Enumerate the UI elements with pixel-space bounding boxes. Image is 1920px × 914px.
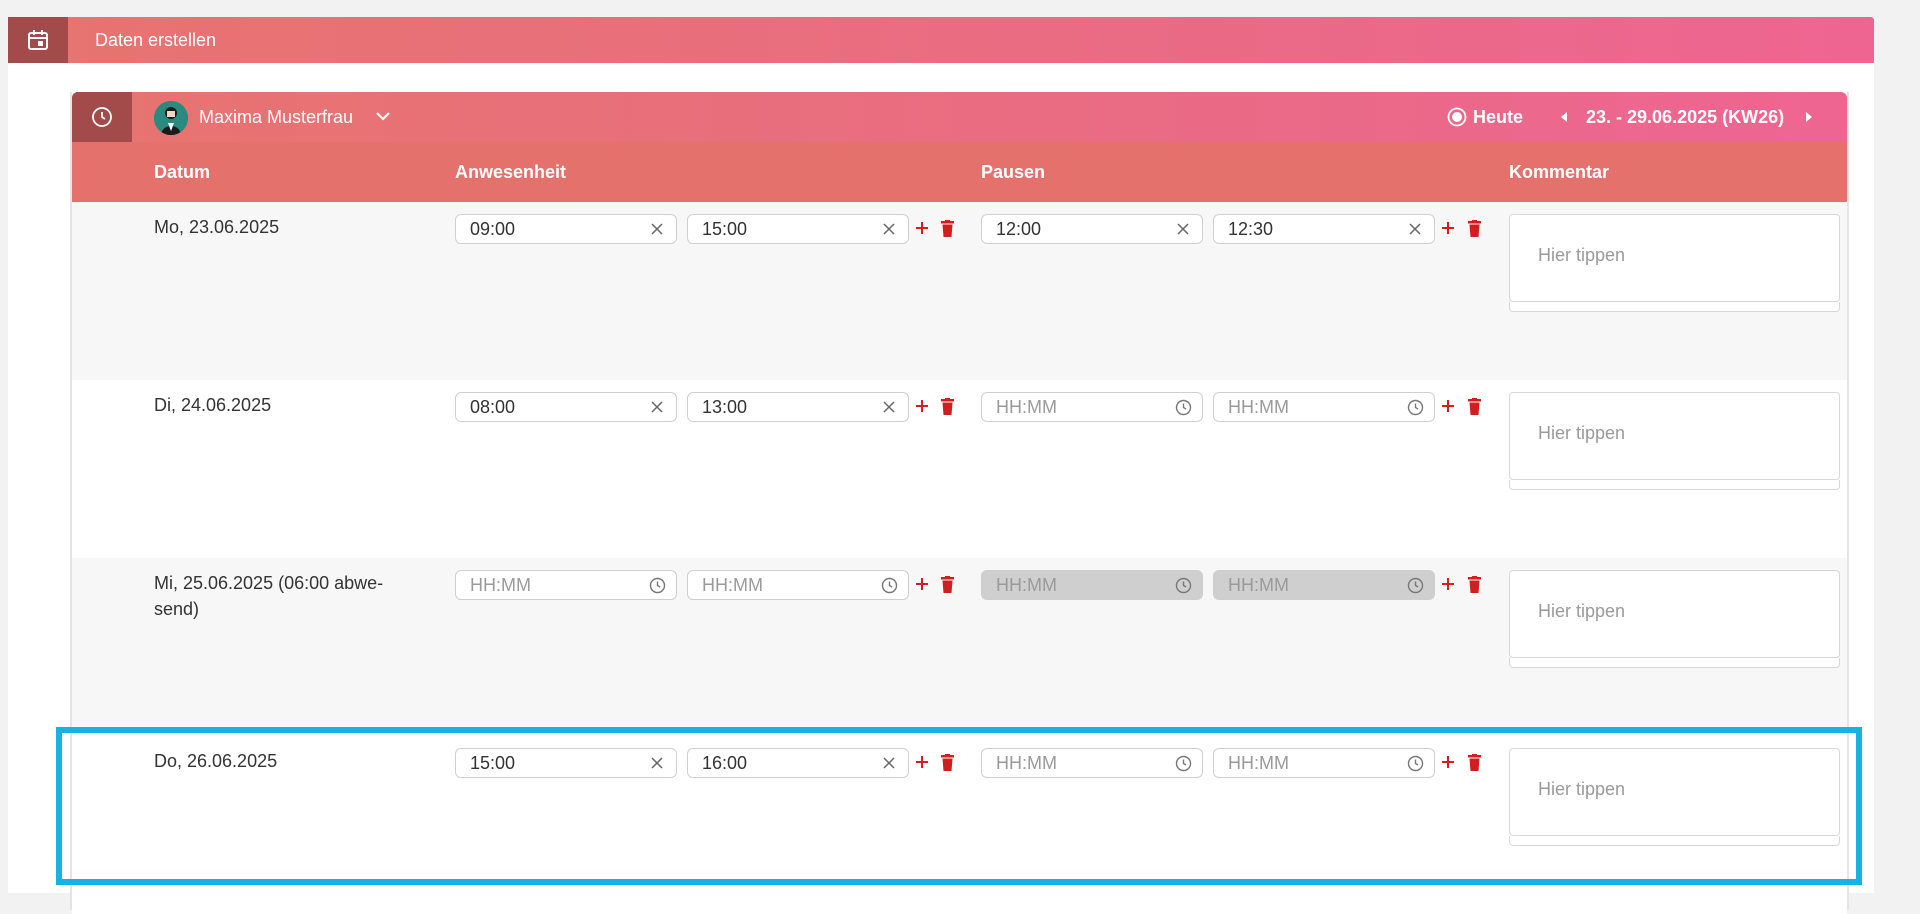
plus-icon[interactable] bbox=[915, 221, 929, 235]
caret-left-icon[interactable] bbox=[1557, 109, 1571, 125]
presence-to-input[interactable]: 15:00 bbox=[687, 214, 909, 244]
presence-from-input[interactable]: 08:00 bbox=[455, 392, 677, 422]
chevron-down-icon[interactable] bbox=[375, 108, 391, 124]
break-to-input: HH:MM bbox=[1213, 570, 1435, 600]
table-row: Di, 24.06.2025 08:00 13:00 HH:MM HH:MM H… bbox=[72, 380, 1847, 558]
time-placeholder: HH:MM bbox=[1228, 575, 1289, 595]
close-icon[interactable] bbox=[1176, 222, 1190, 236]
comment-placeholder: Hier tippen bbox=[1538, 245, 1626, 265]
row-date: Di, 24.06.2025 bbox=[154, 395, 272, 415]
column-date: Datum bbox=[154, 162, 211, 182]
time-placeholder: HH:MM bbox=[470, 575, 531, 595]
close-icon[interactable] bbox=[882, 222, 896, 236]
time-placeholder: HH:MM bbox=[996, 575, 1057, 595]
break-to-value: 12:30 bbox=[1228, 219, 1274, 239]
plus-icon[interactable] bbox=[915, 577, 929, 591]
avatar[interactable] bbox=[154, 101, 188, 135]
comment-textarea[interactable]: Hier tippen bbox=[1509, 570, 1840, 658]
break-from-input: HH:MM bbox=[981, 570, 1203, 600]
trash-icon[interactable] bbox=[1468, 220, 1481, 237]
timesheet-header: Maxima Musterfrau Heute 23. - 29.06.2025… bbox=[72, 92, 1847, 142]
target-icon bbox=[1447, 107, 1467, 127]
clock-icon[interactable] bbox=[72, 92, 132, 142]
presence-from-value: 08:00 bbox=[470, 397, 516, 417]
calendar-icon bbox=[8, 17, 68, 63]
clock-icon[interactable] bbox=[881, 577, 898, 594]
close-icon[interactable] bbox=[650, 222, 664, 236]
clock-icon bbox=[1175, 577, 1192, 594]
break-to-input[interactable]: 12:30 bbox=[1213, 214, 1435, 244]
close-icon[interactable] bbox=[1408, 222, 1422, 236]
plus-icon[interactable] bbox=[1441, 577, 1455, 591]
presence-from-input[interactable]: 09:00 bbox=[455, 214, 677, 244]
presence-from-input[interactable]: HH:MM bbox=[455, 570, 677, 600]
clock-icon[interactable] bbox=[1407, 399, 1424, 416]
break-to-input[interactable]: HH:MM bbox=[1213, 392, 1435, 422]
presence-to-value: 13:00 bbox=[702, 397, 748, 417]
column-presence: Anwesenheit bbox=[455, 162, 567, 182]
column-breaks: Pausen bbox=[981, 162, 1046, 182]
plus-icon[interactable] bbox=[1441, 221, 1455, 235]
clock-icon bbox=[1407, 577, 1424, 594]
caret-right-icon[interactable] bbox=[1802, 109, 1816, 125]
presence-to-input[interactable]: HH:MM bbox=[687, 570, 909, 600]
comment-placeholder: Hier tippen bbox=[1538, 601, 1626, 621]
trash-icon[interactable] bbox=[941, 576, 954, 593]
comment-footer bbox=[1509, 302, 1840, 312]
break-from-value: 12:00 bbox=[996, 219, 1042, 239]
table-header: Datum Anwesenheit Pausen Kommentar bbox=[72, 142, 1847, 202]
close-icon[interactable] bbox=[882, 400, 896, 414]
plus-icon[interactable] bbox=[1441, 399, 1455, 413]
plus-icon[interactable] bbox=[915, 399, 929, 413]
today-label: Heute bbox=[1473, 106, 1524, 127]
user-name[interactable]: Maxima Musterfrau bbox=[199, 92, 353, 142]
comment-textarea[interactable]: Hier tippen bbox=[1509, 392, 1840, 480]
presence-from-value: 09:00 bbox=[470, 219, 516, 239]
trash-icon[interactable] bbox=[941, 398, 954, 415]
break-from-input[interactable]: HH:MM bbox=[981, 392, 1203, 422]
trash-icon[interactable] bbox=[1468, 576, 1481, 593]
close-icon[interactable] bbox=[650, 400, 664, 414]
page-title: Daten erstellen bbox=[95, 30, 217, 50]
row-date: Mo, 23.06.2025 bbox=[154, 217, 280, 237]
card-header: Daten erstellen bbox=[8, 17, 1874, 63]
presence-to-value: 15:00 bbox=[702, 219, 748, 239]
table-row: Mi, 25.06.2025 (06:00 abwe-send) HH:MM H… bbox=[72, 558, 1847, 736]
table-row: Mo, 23.06.2025 09:00 15:00 12:00 12:30 H… bbox=[72, 202, 1847, 380]
week-range: 23. - 29.06.2025 (KW26) bbox=[1586, 107, 1785, 127]
presence-to-input[interactable]: 13:00 bbox=[687, 392, 909, 422]
break-from-input[interactable]: 12:00 bbox=[981, 214, 1203, 244]
clock-icon[interactable] bbox=[649, 577, 666, 594]
row-date: Mi, 25.06.2025 (06:00 abwe-send) bbox=[154, 573, 384, 619]
comment-footer bbox=[1509, 480, 1840, 490]
trash-icon[interactable] bbox=[1468, 398, 1481, 415]
time-placeholder: HH:MM bbox=[702, 575, 763, 595]
comment-placeholder: Hier tippen bbox=[1538, 423, 1626, 443]
clock-icon[interactable] bbox=[1175, 399, 1192, 416]
comment-footer bbox=[1509, 658, 1840, 668]
trash-icon[interactable] bbox=[941, 220, 954, 237]
column-comment: Kommentar bbox=[1509, 162, 1610, 182]
comment-textarea[interactable]: Hier tippen bbox=[1509, 214, 1840, 302]
today-button[interactable]: Heute bbox=[1447, 92, 1523, 142]
time-placeholder: HH:MM bbox=[1228, 397, 1289, 417]
time-placeholder: HH:MM bbox=[996, 397, 1057, 417]
highlight-frame bbox=[56, 727, 1862, 885]
